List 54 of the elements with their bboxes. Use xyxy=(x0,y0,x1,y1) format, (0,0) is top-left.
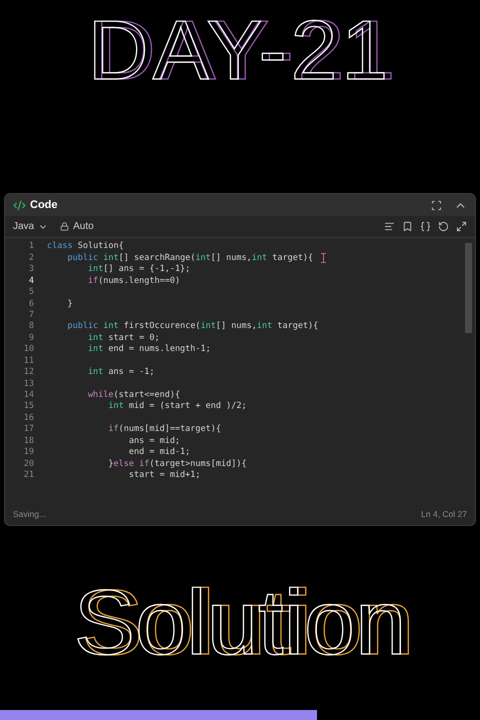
code-line: start = mid+1; xyxy=(128,469,201,482)
line-number: 9 xyxy=(28,332,35,344)
code-line: public int[] searchRange(int[] nums,int target){ xyxy=(66,252,314,264)
code-line: ans = mid; xyxy=(128,434,180,448)
line-number: 12 xyxy=(22,366,35,379)
code-line: int ans = -1; xyxy=(86,366,154,379)
line-number: 15 xyxy=(22,400,35,414)
scrollbar[interactable] xyxy=(465,243,472,333)
line-number: 7 xyxy=(28,308,35,322)
code-line: }else if(target>nums[mid]){ xyxy=(107,458,247,470)
line-number: 11 xyxy=(22,354,35,368)
line-number: 20 xyxy=(22,458,35,470)
code-line: int[] ans = {-1,-1}; xyxy=(86,263,190,276)
line-number: 14 xyxy=(22,389,35,402)
code-line: } xyxy=(66,298,73,310)
code-line: int mid = (start + end )/2; xyxy=(107,400,247,414)
bookmark-icon[interactable] xyxy=(402,221,413,232)
code-line: if(nums[mid]==target){ xyxy=(107,423,222,436)
line-number: 18 xyxy=(22,434,35,448)
code-line: public int firstOccurence(int[] nums,int target){ xyxy=(66,320,318,334)
line-number: 4 xyxy=(28,274,35,288)
line-number: 5 xyxy=(28,286,35,299)
cursor-position: Ln 4, Col 27 xyxy=(421,508,467,520)
code-line: end = mid-1; xyxy=(128,446,190,459)
lock-icon xyxy=(60,222,70,231)
language-dropdown[interactable]: Java xyxy=(13,219,48,234)
line-number: 6 xyxy=(28,298,35,310)
expand-icon[interactable] xyxy=(456,221,467,232)
line-number: 17 xyxy=(22,423,35,436)
line-number: 2 xyxy=(28,252,35,264)
fullscreen-icon[interactable] xyxy=(431,200,442,210)
line-number: 3 xyxy=(28,263,35,276)
code-icon xyxy=(13,198,26,212)
line-number: 19 xyxy=(22,446,35,459)
code-line: if(nums.length==0) xyxy=(86,274,180,288)
reset-icon[interactable] xyxy=(438,221,449,232)
mode-label: Auto xyxy=(73,220,94,234)
headline: DAY-21 xyxy=(88,8,392,92)
line-number: 1 xyxy=(28,240,35,254)
code-line: while(start<=end){ xyxy=(86,389,180,402)
code-line: class Solution{ xyxy=(47,240,124,254)
save-status: Saving... xyxy=(13,508,46,520)
text-cursor-icon xyxy=(321,253,326,264)
panel-title: Code xyxy=(30,198,58,213)
caption: Solution xyxy=(74,577,406,669)
line-number: 21 xyxy=(22,469,35,482)
line-number: 13 xyxy=(22,378,35,390)
format-icon[interactable] xyxy=(384,221,395,232)
braces-icon[interactable] xyxy=(420,221,431,232)
line-number: 8 xyxy=(28,320,35,334)
line-number: 10 xyxy=(22,343,35,356)
line-number: 16 xyxy=(22,412,35,424)
code-line: int end = nums.length-1; xyxy=(86,343,211,356)
code-line: int start = 0; xyxy=(86,332,160,344)
